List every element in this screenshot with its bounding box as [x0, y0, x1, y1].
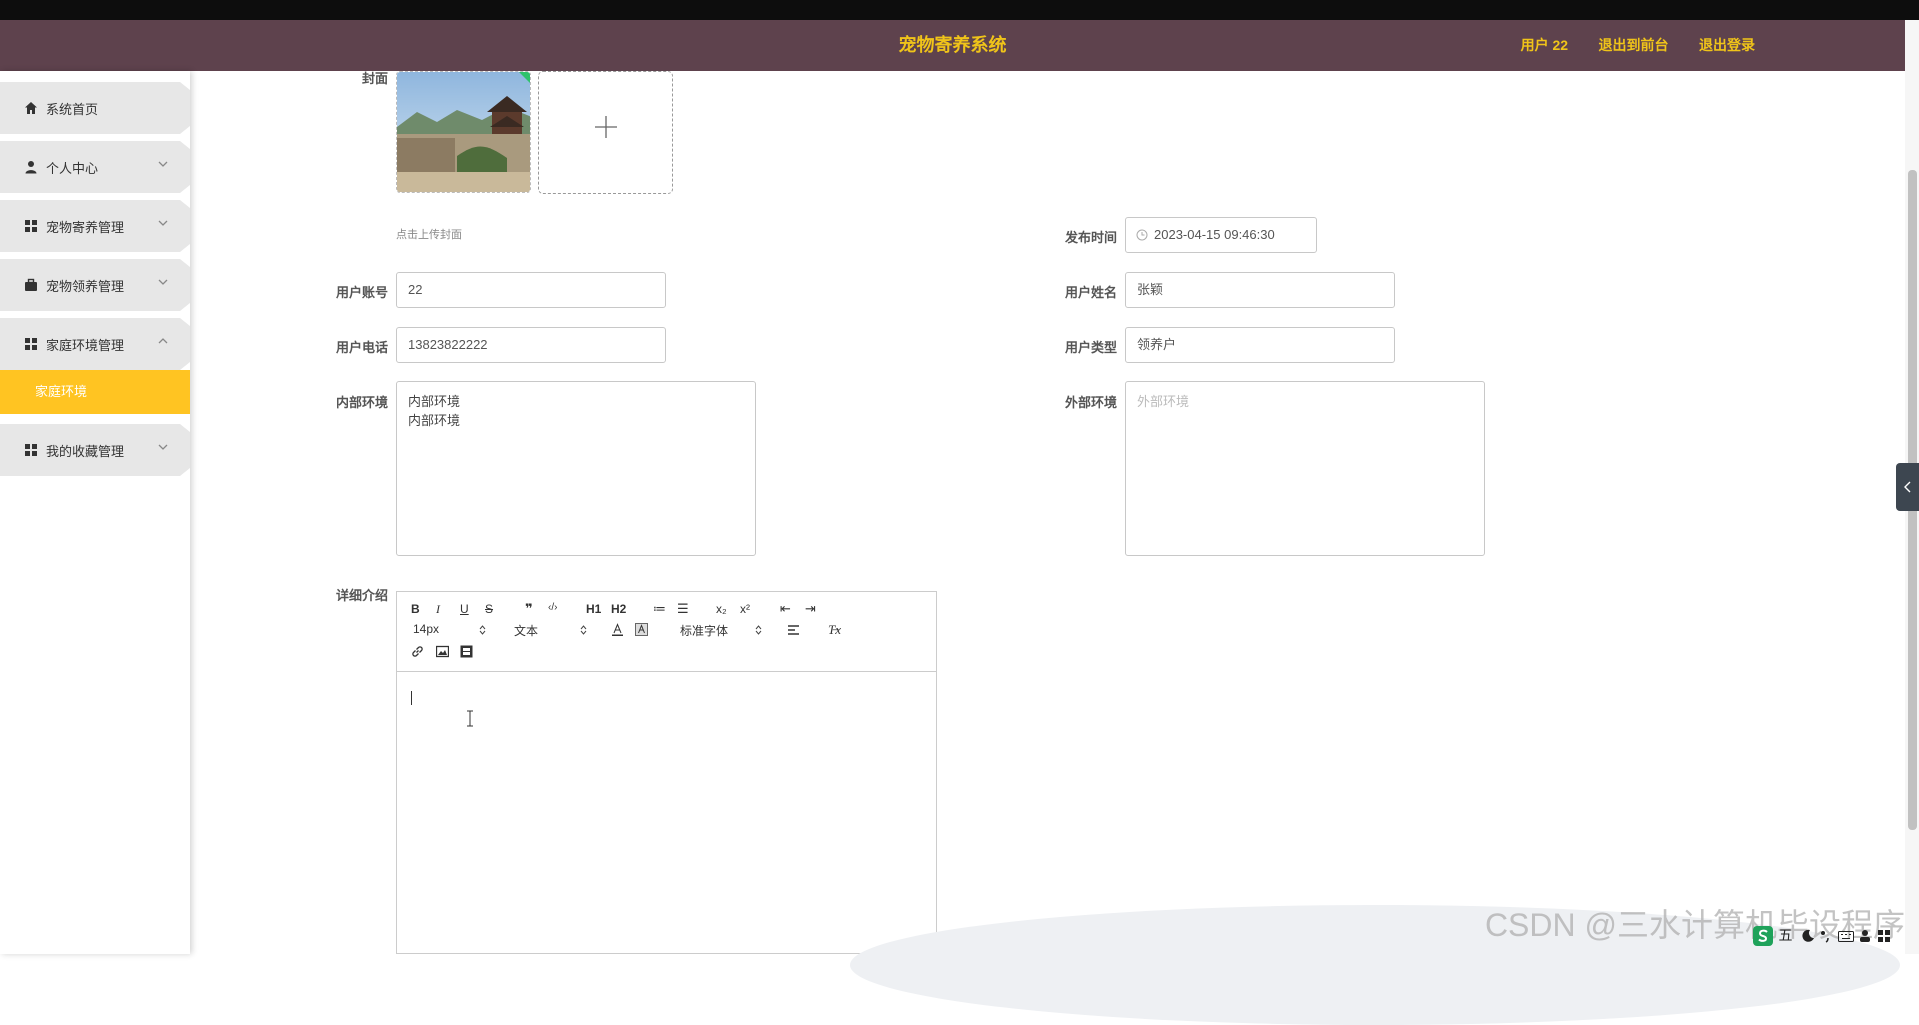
h2-button[interactable]: H2 [611, 602, 626, 616]
cover-upload-hint: 点击上传封面 [396, 229, 462, 241]
chevron-left-icon [1904, 481, 1911, 493]
sidebar-item-label: 个人中心 [46, 161, 99, 176]
cover-photo-image [397, 72, 530, 192]
grid-icon [25, 220, 37, 232]
video-icon[interactable] [460, 645, 473, 658]
name-label: 用户姓名 [1064, 285, 1117, 300]
sidebar-item-home[interactable]: 系统首页 [0, 82, 190, 134]
editor-toolbar: B I U S ❞ ‹/› H1 H2 ≔ ☰ x₂ x² ⇤ ⇥ 14px 文… [397, 592, 936, 672]
account-input[interactable]: 22 [396, 272, 666, 308]
link-icon[interactable] [411, 645, 424, 658]
sidebar-item-label: 宠物寄养管理 [46, 220, 125, 235]
inner-environment-label: 内部环境 [335, 395, 388, 410]
rich-text-editor: B I U S ❞ ‹/› H1 H2 ≔ ☰ x₂ x² ⇤ ⇥ 14px 文… [396, 591, 937, 954]
logout-link[interactable]: 退出登录 [1699, 37, 1755, 53]
strike-button[interactable]: S [485, 602, 493, 616]
sidebar-item-pet-boarding[interactable]: 宠物寄养管理 [0, 200, 190, 252]
clock-icon [1136, 229, 1148, 241]
app-header: 宠物寄养系统 用户 22 退出到前台 退出登录 [0, 20, 1905, 71]
publish-time-input[interactable]: 2023-04-15 09:46:30 [1125, 217, 1317, 253]
text-caret [411, 691, 412, 705]
code-block-button[interactable]: ‹/› [548, 602, 557, 613]
user-type-input[interactable]: 领养户 [1125, 327, 1395, 363]
moon-icon[interactable] [1801, 929, 1815, 943]
cover-thumbnail[interactable] [396, 71, 531, 193]
sidebar: 系统首页 个人中心 宠物寄养管理 宠物领养管理 家庭环境管理 家庭环境 我的收藏… [0, 71, 190, 954]
inner-environment-textarea[interactable]: 内部环境 内部环境 [396, 381, 756, 556]
background-color-icon[interactable] [635, 623, 648, 636]
sidebar-item-label: 我的收藏管理 [46, 444, 125, 459]
sogou-ime-icon[interactable] [1752, 925, 1774, 947]
user-icon [25, 161, 37, 174]
select-arrows-icon [580, 625, 587, 635]
header-select[interactable]: 文本 [514, 622, 538, 639]
chevron-down-icon [158, 161, 168, 167]
ordered-list-button[interactable]: ≔ [653, 601, 666, 617]
chevron-up-icon [158, 338, 168, 344]
sidebar-item-label: 家庭环境管理 [46, 338, 125, 353]
clean-format-button[interactable]: T̶x [828, 622, 841, 638]
sidebar-subitem-home-environment[interactable]: 家庭环境 [0, 370, 190, 414]
home-icon [25, 102, 37, 114]
ime-mode-label[interactable]: 五 [1778, 925, 1792, 945]
outdent-button[interactable]: ⇤ [780, 601, 791, 617]
chevron-down-icon [158, 279, 168, 285]
chevron-down-icon [158, 220, 168, 226]
upload-cover-button[interactable] [538, 71, 673, 194]
sidebar-item-my-favorites[interactable]: 我的收藏管理 [0, 424, 190, 476]
text-cursor-icon [467, 710, 473, 727]
sidebar-item-label: 宠物领养管理 [46, 279, 125, 294]
publish-time-label: 发布时间 [1064, 230, 1117, 245]
user-type-label: 用户类型 [1064, 340, 1117, 355]
punctuation-icon[interactable] [1819, 929, 1833, 943]
toolbox-grid-icon[interactable] [1877, 929, 1891, 943]
exit-to-frontend-link[interactable]: 退出到前台 [1599, 37, 1669, 53]
font-family-select[interactable]: 标准字体 [680, 622, 728, 639]
editor-content-area[interactable] [397, 673, 936, 953]
plus-icon [595, 116, 617, 138]
bullet-list-button[interactable]: ☰ [677, 601, 689, 617]
phone-input[interactable]: 13823822222 [396, 327, 666, 363]
outer-environment-textarea[interactable]: 外部环境 [1125, 381, 1485, 556]
grid-icon [25, 338, 37, 350]
window-top-strip [0, 0, 1919, 20]
detail-label: 详细介绍 [335, 588, 388, 603]
sidebar-item-home-environment[interactable]: 家庭环境管理 [0, 318, 190, 370]
align-icon[interactable] [787, 624, 800, 636]
underline-button[interactable]: U [460, 602, 469, 616]
cover-label: 封面 [361, 71, 388, 86]
blockquote-button[interactable]: ❞ [525, 601, 533, 617]
subscript-button[interactable]: x₂ [716, 602, 727, 616]
font-size-select[interactable]: 14px [413, 622, 439, 636]
bold-button[interactable]: B [411, 602, 420, 616]
skin-icon[interactable] [1858, 929, 1872, 943]
select-arrows-icon [479, 625, 486, 635]
indent-button[interactable]: ⇥ [805, 601, 816, 617]
ime-toolbar: 五 [1752, 925, 1919, 954]
grid-icon [25, 444, 37, 456]
h1-button[interactable]: H1 [586, 602, 601, 616]
select-arrows-icon [755, 625, 762, 635]
header-nav: 用户 22 退出到前台 退出登录 [1495, 20, 1755, 71]
account-label: 用户账号 [335, 285, 388, 300]
briefcase-icon [25, 278, 37, 291]
italic-button[interactable]: I [436, 602, 440, 617]
keyboard-icon[interactable] [1837, 929, 1854, 943]
phone-label: 用户电话 [335, 340, 388, 355]
sidebar-item-pet-adoption[interactable]: 宠物领养管理 [0, 259, 190, 311]
side-collapse-tab[interactable] [1896, 463, 1919, 511]
image-icon[interactable] [436, 645, 449, 658]
chevron-down-icon [158, 444, 168, 450]
sidebar-item-label: 系统首页 [46, 102, 99, 117]
publish-time-value: 2023-04-15 09:46:30 [1154, 227, 1275, 242]
sidebar-item-personal-center[interactable]: 个人中心 [0, 141, 190, 193]
name-input[interactable]: 张颖 [1125, 272, 1395, 308]
superscript-button[interactable]: x² [740, 602, 750, 616]
font-color-icon[interactable] [611, 623, 624, 636]
outer-environment-label: 外部环境 [1064, 395, 1117, 410]
current-user-link[interactable]: 用户 22 [1521, 37, 1568, 53]
